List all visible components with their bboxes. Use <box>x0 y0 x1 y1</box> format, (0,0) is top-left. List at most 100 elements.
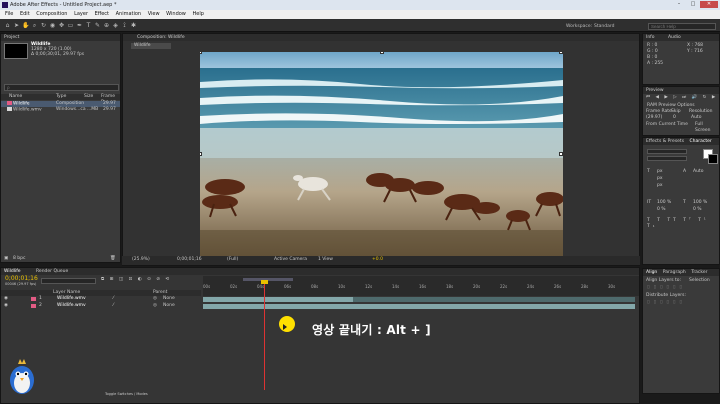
parent-pickwhip-icon[interactable]: ◎ <box>153 296 157 302</box>
tracking-value[interactable]: px <box>657 183 663 189</box>
pen-tool-icon[interactable]: ✒ <box>76 22 83 29</box>
project-new-folder-icon[interactable]: ▣ <box>4 256 8 262</box>
menu-effect[interactable]: Effect <box>95 11 109 17</box>
preview-controls[interactable]: ⏮ ◀ ▶ ▷ ⏭ 🔊 ↻ ▶ <box>646 95 717 101</box>
views-select[interactable]: 1 View <box>318 257 333 263</box>
resolution-value[interactable]: Auto <box>691 115 701 121</box>
eye-icon[interactable]: ◉ <box>4 296 8 302</box>
transform-handle-ml[interactable] <box>200 152 202 156</box>
menu-edit[interactable]: Edit <box>20 11 30 17</box>
project-col-fps[interactable]: Frame R... <box>101 94 120 105</box>
close-button[interactable]: ✕ <box>700 1 718 8</box>
from-current-time[interactable]: From Current Time <box>646 122 688 128</box>
stroke-width-value[interactable]: px <box>657 176 663 182</box>
project-bpc[interactable]: 8 bpc <box>13 256 25 262</box>
menu-animation[interactable]: Animation <box>116 11 142 17</box>
font-style-select[interactable] <box>647 156 687 161</box>
menu-file[interactable]: File <box>5 11 13 17</box>
layer-label-color[interactable] <box>31 304 36 308</box>
layer-label-color[interactable] <box>31 297 36 301</box>
parent-pickwhip-icon[interactable]: ◎ <box>153 303 157 309</box>
layer-row-2[interactable]: ◉ 2 Wildlife.wmv ⁄ ◎ None <box>1 303 201 309</box>
current-time-indicator[interactable] <box>264 282 265 390</box>
layer-1-switch-icon[interactable]: ⁄ <box>113 296 114 302</box>
leading-value[interactable]: Auto <box>693 169 703 175</box>
clone-tool-icon[interactable]: ⊕ <box>103 22 110 29</box>
transform-handle-mr[interactable] <box>559 152 563 156</box>
project-col-type[interactable]: Type <box>56 94 66 100</box>
layer-row-1[interactable]: ◉ 1 Wildlife.wmv ⁄ ◎ None <box>1 296 201 302</box>
composition-subtab[interactable]: Wildlife <box>131 43 171 49</box>
baseline-shift-value[interactable]: 0 % <box>657 207 666 213</box>
tsume-value[interactable]: 0 % <box>693 207 702 213</box>
font-size-value[interactable]: px <box>657 169 663 175</box>
align-buttons[interactable]: ▯▯▯▯▯▯ <box>647 285 686 291</box>
tab-render-queue[interactable]: Render Queue <box>36 269 68 274</box>
menu-window[interactable]: Window <box>166 11 186 17</box>
rotate-tool-icon[interactable]: ↻ <box>40 22 47 29</box>
tab-effects-presets[interactable]: Effects & Presets <box>646 139 684 144</box>
pan-behind-tool-icon[interactable]: ✥ <box>58 22 65 29</box>
layer-1-name[interactable]: Wildlife.wmv <box>57 296 86 302</box>
project-col-name[interactable]: Name <box>9 94 22 100</box>
layer-1-trimmed-bar[interactable] <box>353 297 635 302</box>
exposure-value[interactable]: +0.0 <box>372 257 383 263</box>
font-family-select[interactable] <box>647 149 687 154</box>
layer-2-switch-icon[interactable]: ⁄ <box>113 303 114 309</box>
rectangle-tool-icon[interactable]: ▭ <box>67 22 74 29</box>
transform-handle-tr[interactable] <box>559 52 563 54</box>
resolution-select[interactable]: (Full) <box>227 257 238 263</box>
composition-time[interactable]: 0;00;01;16 <box>177 257 202 263</box>
text-style-buttons[interactable]: T T TT Tᵀ T¹ T₁ <box>647 218 719 229</box>
tab-character[interactable]: Character <box>689 139 711 144</box>
full-screen[interactable]: Full Screen <box>695 122 719 133</box>
layer-2-duration-bar[interactable] <box>203 304 635 309</box>
eraser-tool-icon[interactable]: ◈ <box>112 22 119 29</box>
tab-wildlife[interactable]: Wildlife <box>4 269 21 274</box>
tab-info[interactable]: Info <box>646 35 655 40</box>
zoom-select[interactable]: (25.9%) <box>132 257 150 263</box>
tab-tracker[interactable]: Tracker <box>691 270 707 275</box>
layer-1-parent[interactable]: None <box>163 296 175 302</box>
skip-value[interactable]: 0 <box>673 115 676 121</box>
horizontal-scale-value[interactable]: 100 % <box>693 200 707 206</box>
menu-help[interactable]: Help <box>192 11 203 17</box>
layer-2-parent[interactable]: None <box>163 303 175 309</box>
workspace-select[interactable]: Standard <box>594 24 614 29</box>
time-ruler[interactable]: 00s 02s 04s 06s 08s 10s 12s 14s 16s 18s 20s 22s 24s 2… <box>203 276 639 296</box>
timeline-switch-icons[interactable]: ⧉ ⊞ ◫ ⊡ ◐ ⊙ ⊘ ⟲ <box>101 277 171 283</box>
layer-2-name[interactable]: Wildlife.wmv <box>57 303 86 309</box>
camera-select[interactable]: Active Camera <box>274 257 307 263</box>
maximize-button[interactable]: □ <box>686 1 700 8</box>
vertical-scale-value[interactable]: 100 % <box>657 200 671 206</box>
toggle-switches-modes[interactable]: Toggle Switches / Modes <box>105 391 148 397</box>
minimize-button[interactable]: – <box>672 1 686 8</box>
zoom-tool-icon[interactable]: ⌕ <box>31 22 38 29</box>
transform-handle-tl[interactable] <box>200 52 202 54</box>
menu-view[interactable]: View <box>148 11 160 17</box>
tab-paragraph[interactable]: Paragraph <box>663 270 686 275</box>
hand-tool-icon[interactable]: ✋ <box>22 22 29 29</box>
tab-align[interactable]: Align <box>646 270 657 275</box>
search-help-input[interactable] <box>648 23 716 30</box>
tab-audio[interactable]: Audio <box>668 35 681 40</box>
playhead-handle[interactable] <box>261 280 268 284</box>
project-search-input[interactable] <box>4 84 119 91</box>
transform-handle-tc[interactable] <box>380 52 384 54</box>
distribute-buttons[interactable]: ▯▯▯▯▯▯ <box>647 300 686 306</box>
project-trash-icon[interactable]: 🗑 <box>110 256 116 262</box>
menu-layer[interactable]: Layer <box>74 11 88 17</box>
project-col-size[interactable]: Size <box>84 94 93 100</box>
menu-composition[interactable]: Composition <box>36 11 67 17</box>
composition-viewer[interactable] <box>200 52 563 256</box>
timeline-search-input[interactable] <box>41 278 96 284</box>
roto-tool-icon[interactable]: ⟟ <box>121 22 128 29</box>
eye-icon[interactable]: ◉ <box>4 303 8 309</box>
selection-tool-icon[interactable]: ➤ <box>13 22 20 29</box>
align-to-select[interactable]: Selection <box>689 278 710 284</box>
preview-tab[interactable]: Preview <box>643 87 719 94</box>
project-tab[interactable]: Project <box>1 34 120 41</box>
frame-rate-value[interactable]: (29.97) <box>646 115 662 121</box>
composition-tab[interactable]: Composition: Wildlife <box>123 34 639 41</box>
project-row-2[interactable]: Wildlife.wmv Windows...ca ...MB 29.97 <box>1 107 120 113</box>
